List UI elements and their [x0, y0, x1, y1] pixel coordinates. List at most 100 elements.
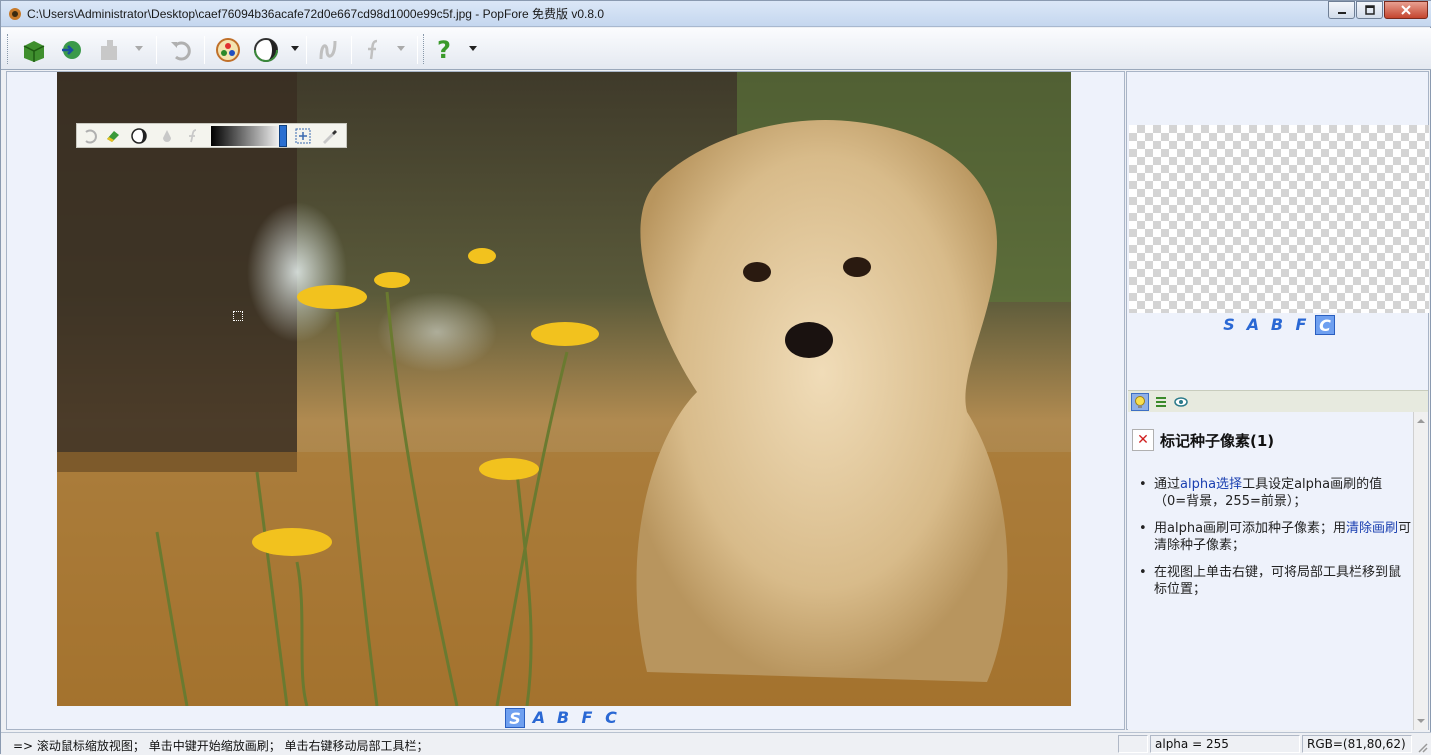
toolbar-separator — [156, 36, 157, 64]
status-alpha: alpha = 255 — [1150, 735, 1300, 753]
status-message: => 滚动鼠标缩放视图； 单击中键开始缩放画刷； 单击右键移动局部工具栏； — [13, 739, 429, 753]
local-undo-button[interactable] — [79, 126, 99, 146]
left-tab-s[interactable]: S — [505, 708, 525, 728]
scroll-down-icon[interactable] — [1414, 716, 1428, 726]
brush-cursor — [233, 311, 243, 321]
toolbar-separator — [417, 36, 418, 64]
alpha-slider-handle[interactable] — [279, 125, 287, 147]
lightbulb-icon — [1135, 396, 1145, 408]
minimize-button[interactable] — [1328, 1, 1355, 19]
alpha-select-button[interactable] — [129, 126, 149, 146]
transparent-preview[interactable] — [1129, 125, 1429, 313]
help-header: ✕ 标记种子像素(1) — [1132, 429, 1274, 451]
main-toolbar: ? — [1, 28, 1431, 70]
local-function-button[interactable] — [183, 126, 203, 146]
toolbar-separator — [351, 36, 352, 64]
alpha-matte-button[interactable] — [251, 35, 281, 65]
right-tab-b[interactable]: B — [1267, 315, 1287, 335]
app-window: C:\Users\Administrator\Desktop\caef76094… — [0, 0, 1431, 755]
list-icon — [1156, 397, 1166, 407]
function-icon — [189, 129, 197, 143]
maximize-icon — [1364, 5, 1375, 15]
help-item: 通过alpha选择工具设定alpha画刷的值（0=背景，255=前景）； — [1136, 476, 1412, 510]
alpha-select-icon — [131, 128, 147, 144]
curve-icon — [319, 40, 337, 60]
toolbar-separator — [204, 36, 205, 64]
alpha-gradient-bar[interactable] — [211, 126, 283, 146]
clear-brush-link[interactable]: 清除画刷 — [1346, 521, 1398, 536]
local-toolbar[interactable] — [76, 123, 347, 148]
app-icon — [9, 8, 21, 20]
undo-icon — [171, 41, 191, 61]
zoom-fit-icon — [295, 128, 311, 144]
help-button[interactable]: ? — [429, 35, 459, 65]
function-icon — [368, 39, 378, 60]
paint-drop-icon — [163, 130, 171, 142]
tab-view[interactable] — [1172, 393, 1190, 411]
open-cube-icon — [23, 41, 45, 62]
help-panel-tabs — [1128, 390, 1428, 412]
alpha-select-link[interactable]: alpha选择 — [1180, 477, 1242, 492]
maximize-button[interactable] — [1356, 1, 1383, 19]
window-title: C:\Users\Administrator\Desktop\caef76094… — [27, 7, 605, 21]
status-bar: => 滚动鼠标缩放视图； 单击中键开始缩放画刷； 单击右键移动局部工具栏； al… — [1, 732, 1431, 755]
tab-tips[interactable] — [1131, 393, 1149, 411]
source-image[interactable] — [57, 72, 1071, 706]
help-panel: ✕ 标记种子像素(1) 通过alpha选择工具设定alpha画刷的值（0=背景，… — [1128, 412, 1413, 730]
left-tab-f[interactable]: F — [577, 708, 597, 728]
local-paint-button[interactable] — [157, 126, 177, 146]
eraser-icon — [107, 131, 119, 142]
help-item: 用alpha画刷可添加种子像素；用清除画刷可清除种子像素； — [1136, 520, 1412, 554]
scroll-up-icon[interactable] — [1414, 416, 1428, 426]
close-icon — [1401, 5, 1411, 15]
function-dropdown-arrow[interactable] — [397, 46, 405, 51]
preview-pane: S A B F C ✕ 标记种子像素(1) 通过alpha选择工具设定alpha — [1126, 71, 1429, 730]
export-dropdown-arrow[interactable] — [135, 46, 143, 51]
open-file-button[interactable] — [19, 35, 49, 65]
left-tab-b[interactable]: B — [553, 708, 573, 728]
tab-list[interactable] — [1152, 393, 1170, 411]
help-item: 在视图上单击右键，可将局部工具栏移到鼠标位置； — [1136, 564, 1412, 598]
undo-icon — [85, 129, 97, 144]
image-view-pane[interactable]: S A B F C — [6, 71, 1125, 730]
left-tab-c[interactable]: C — [601, 708, 621, 728]
help-scrollbar[interactable] — [1413, 412, 1428, 730]
toolbar-separator — [306, 36, 307, 64]
eyedropper-button[interactable] — [319, 126, 339, 146]
eraser-button[interactable] — [103, 126, 123, 146]
close-help-icon[interactable]: ✕ — [1132, 429, 1154, 451]
export-button[interactable] — [95, 35, 125, 65]
toolbar-grip[interactable] — [7, 34, 10, 64]
status-cell-empty — [1118, 735, 1148, 753]
eye-icon — [1174, 397, 1188, 407]
alpha-matte-dropdown-arrow[interactable] — [291, 46, 299, 51]
function-tool-button[interactable] — [359, 35, 389, 65]
resize-grip-icon[interactable] — [1416, 741, 1428, 753]
minimize-icon — [1337, 12, 1346, 14]
color-wheel-icon — [216, 38, 240, 62]
toolbar-grip[interactable] — [423, 34, 426, 64]
help-question-icon: ? — [437, 36, 451, 64]
left-tab-a[interactable]: A — [529, 708, 549, 728]
right-tab-a[interactable]: A — [1243, 315, 1263, 335]
eyedropper-icon — [323, 130, 337, 144]
color-select-button[interactable] — [213, 35, 243, 65]
undo-button[interactable] — [166, 35, 196, 65]
save-button[interactable] — [57, 35, 87, 65]
curve-tool-button[interactable] — [313, 35, 343, 65]
right-tab-c[interactable]: C — [1315, 315, 1335, 335]
alpha-matte-icon — [254, 38, 278, 62]
status-rgb: RGB=(81,80,62) — [1302, 735, 1412, 753]
help-dropdown-arrow[interactable] — [469, 46, 477, 51]
zoom-fit-button[interactable] — [293, 126, 313, 146]
left-view-tabs: S A B F C — [505, 708, 621, 728]
save-export-icon — [62, 41, 81, 59]
right-view-tabs: S A B F C — [1219, 315, 1335, 335]
right-tab-s[interactable]: S — [1219, 315, 1239, 335]
help-list: 通过alpha选择工具设定alpha画刷的值（0=背景，255=前景）； 用al… — [1136, 476, 1412, 608]
right-tab-f[interactable]: F — [1291, 315, 1311, 335]
help-title: 标记种子像素(1) — [1160, 431, 1275, 450]
title-bar[interactable]: C:\Users\Administrator\Desktop\caef76094… — [1, 1, 1431, 27]
puppy-photo-image — [57, 72, 1071, 706]
close-button[interactable] — [1384, 1, 1428, 19]
